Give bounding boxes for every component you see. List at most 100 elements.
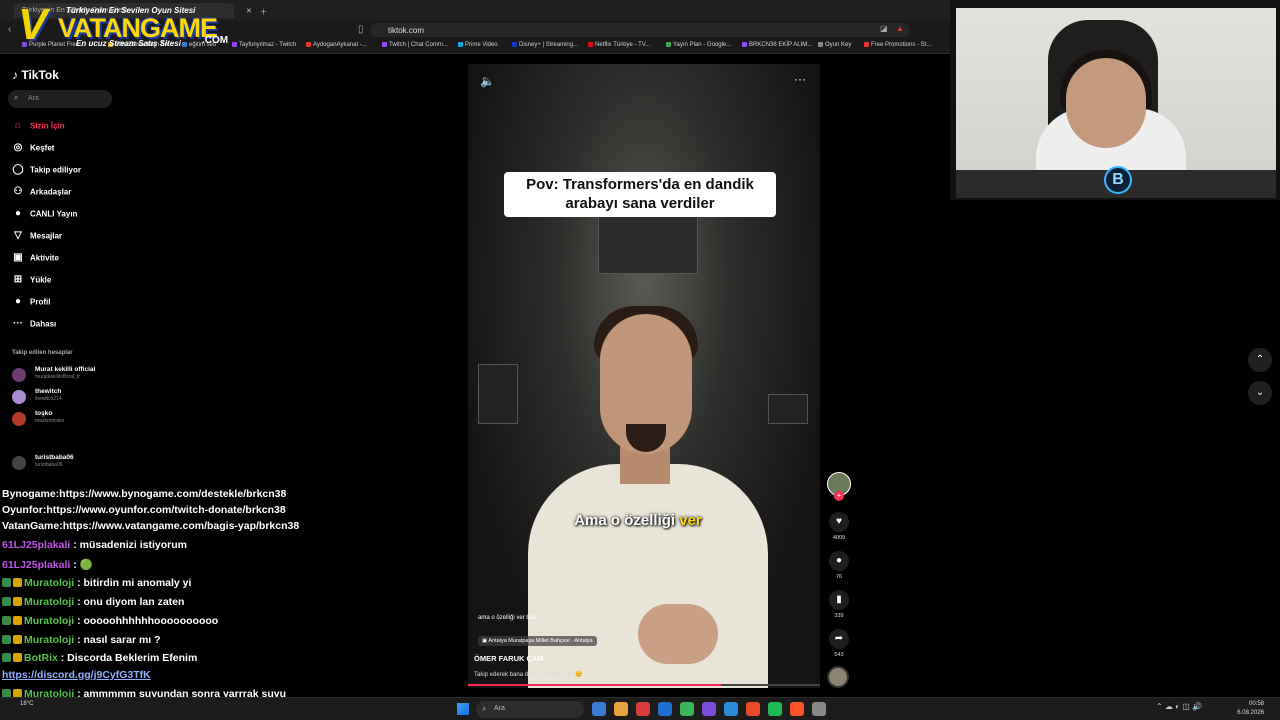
live-icon: ● [14,208,22,219]
system-tray[interactable]: ⌃ ☁ ◐ ◫ 🔊 [1156,702,1202,711]
sidebar-item-messages[interactable]: ▽ Mesajlar [12,230,62,244]
tiktok-note-icon: ♪ [12,68,18,82]
bookmark-item[interactable]: Disney+ | Streaming... [512,42,578,48]
following-account[interactable]: thewitch thewitch214 [12,388,122,408]
background-screen-left [478,364,518,424]
sidebar-item-live[interactable]: ● CANLI Yayın [12,208,77,222]
sidebar-item-label: Takip ediliyor [30,165,81,175]
taskbar-app-icon[interactable] [680,702,694,716]
more-options-icon[interactable]: ··· [794,72,806,86]
weather-widget[interactable]: 18°C [20,700,33,708]
chat-username: 61LJ25plakali [2,559,71,571]
bookmark-icon[interactable]: ▯ [358,24,364,35]
taskbar-app-icon[interactable] [768,702,782,716]
taskbar-app-icon[interactable] [790,702,804,716]
sidebar-item-following[interactable]: ◯ Takip ediliyor [12,164,81,178]
tiktok-sidebar: ♪ TikTok ⌕ Ara ⌂ Sizin İçin ◎ Keşfet ◯ Takip … [0,56,130,496]
streamer-badge-icon: B [1104,166,1132,194]
bookmark-item[interactable]: Twitch | Chat Comm... [382,42,448,48]
chat-message: Muratoloji : bitirdin mi anomaly yi [2,577,191,589]
webcam-frame: B [956,8,1276,198]
taskbar-app-icon[interactable] [614,702,628,716]
chat-badge-icon [13,635,22,644]
music-disc-icon[interactable] [827,666,849,688]
chat-link[interactable]: https://discord.gg/j9CyfG3TfK [2,669,151,681]
bookmark-favicon-icon [512,42,517,47]
sidebar-item-home[interactable]: ⌂ Sizin İçin [12,120,65,134]
tiktok-logo[interactable]: ♪ TikTok [12,68,59,82]
share-icon: ➦ [829,629,849,649]
chat-username: Muratoloji [24,615,75,627]
taskbar-clock[interactable]: 00:58 6.08.2026 [1228,700,1264,718]
bookmark-label: Twitch | Chat Comm... [389,42,448,49]
logo-suffix: .COM [202,35,229,46]
taskbar-app-icon[interactable] [658,702,672,716]
avatar [12,368,26,382]
following-account[interactable]: turistbaba06 turistbaba06 [12,454,122,474]
taskbar-app-icon[interactable] [812,702,826,716]
sidebar-item-friends[interactable]: ⚇ Arkadaşlar [12,186,72,200]
video-location[interactable]: ▣ Antalya Muratpaşa Millet Bahçesi · Ant… [478,636,597,646]
bookmark-favicon-icon [458,42,463,47]
start-button[interactable] [457,703,469,715]
sidebar-item-label: Profil [30,297,51,307]
like-button[interactable]: ♥ 4009 [825,512,853,541]
video-person [528,306,768,688]
sidebar-item-label: Yükle [30,275,52,285]
taskbar-app-icon[interactable] [592,702,606,716]
chat-message: Oyunfor:https://www.oyunfor.com/twitch-d… [2,504,286,516]
heart-icon: ♥ [829,512,849,532]
following-account[interactable]: Murat kekilli official muratkekillioffici… [12,366,122,386]
account-handle: mazlumtosko [35,418,65,424]
bookmark-item[interactable]: Free Promotions - St... [864,42,931,48]
bookmark-item[interactable]: Oyun Key [818,42,851,48]
following-icon: ◯ [12,164,24,175]
bookmark-item[interactable]: Prime Video [458,42,498,48]
previous-video-button[interactable]: ⌃ [1248,348,1272,372]
taskbar-app-icon[interactable] [636,702,650,716]
following-account[interactable]: toşko mazlumtosko [12,410,122,430]
volume-icon[interactable]: 🔈 [480,74,495,88]
video-author[interactable]: ÖMER FARUK ÇAM [474,654,544,663]
sidebar-item-compass[interactable]: ◎ Keşfet [12,142,55,156]
bookmark-item[interactable]: Netflix Türkiye - TV... [588,42,650,48]
sidebar-item-activity[interactable]: ▣ Aktivite [12,252,59,266]
brave-shield-icon[interactable]: ▲ [896,24,904,33]
back-icon[interactable]: ‹ [8,24,11,35]
taskbar-search[interactable]: ⌕ Ara [476,701,584,718]
video-player[interactable]: Pov: Transformers'da en dandik arabayı s… [468,64,820,688]
next-video-button[interactable]: ⌄ [1248,381,1272,405]
new-tab-button[interactable]: ＋ [252,3,268,18]
search-input[interactable]: ⌕ Ara [8,90,112,108]
chat-badge-icon [13,616,22,625]
bookmark-item[interactable]: Yayın Plan - Google... [666,42,731,48]
bookmark-item[interactable]: AydoganAykanat -... [306,42,367,48]
bookmark-item[interactable]: BRKCN38 EKİP ALIM... [742,42,812,48]
compass-icon: ◎ [13,142,23,153]
share-button[interactable]: ➦ 543 [825,629,853,658]
sidebar-item-more[interactable]: ··· Dahası [12,318,56,332]
chat-message: Muratoloji : ooooohhhhhhoooooooooo [2,615,218,627]
chat-badge-icon [2,635,11,644]
sidebar-item-upload[interactable]: ⊞ Yükle [12,274,52,288]
bookmark-label: Prime Video [465,42,498,49]
chat-text: : ooooohhhhhhoooooooooo [74,615,219,627]
taskbar-app-icon[interactable] [746,702,760,716]
video-progress-bar[interactable] [468,684,820,686]
stream-chat-overlay: Bynogame:https://www.bynogame.com/destek… [0,484,340,720]
chat-badge-icon [13,578,22,587]
taskbar-app-icon[interactable] [702,702,716,716]
comment-button[interactable]: ● 76 [825,551,853,580]
extension-icon[interactable]: ◪ [880,24,888,33]
profile-icon: ● [14,296,22,307]
bookmark-favicon-icon [666,42,671,47]
sidebar-item-label: Dahası [30,319,57,329]
url-field[interactable]: tiktok.com [370,23,910,37]
follow-plus-icon[interactable]: + [834,491,844,501]
sidebar-item-profile[interactable]: ● Profil [12,296,50,310]
sidebar-item-label: Sizin İçin [30,121,65,131]
taskbar-app-icon[interactable] [724,702,738,716]
clock-time: 00:58 [1248,701,1264,707]
chat-message: BotRix : Discorda Beklerim Efenim [2,652,197,664]
save-button[interactable]: ▮ 339 [825,590,853,619]
